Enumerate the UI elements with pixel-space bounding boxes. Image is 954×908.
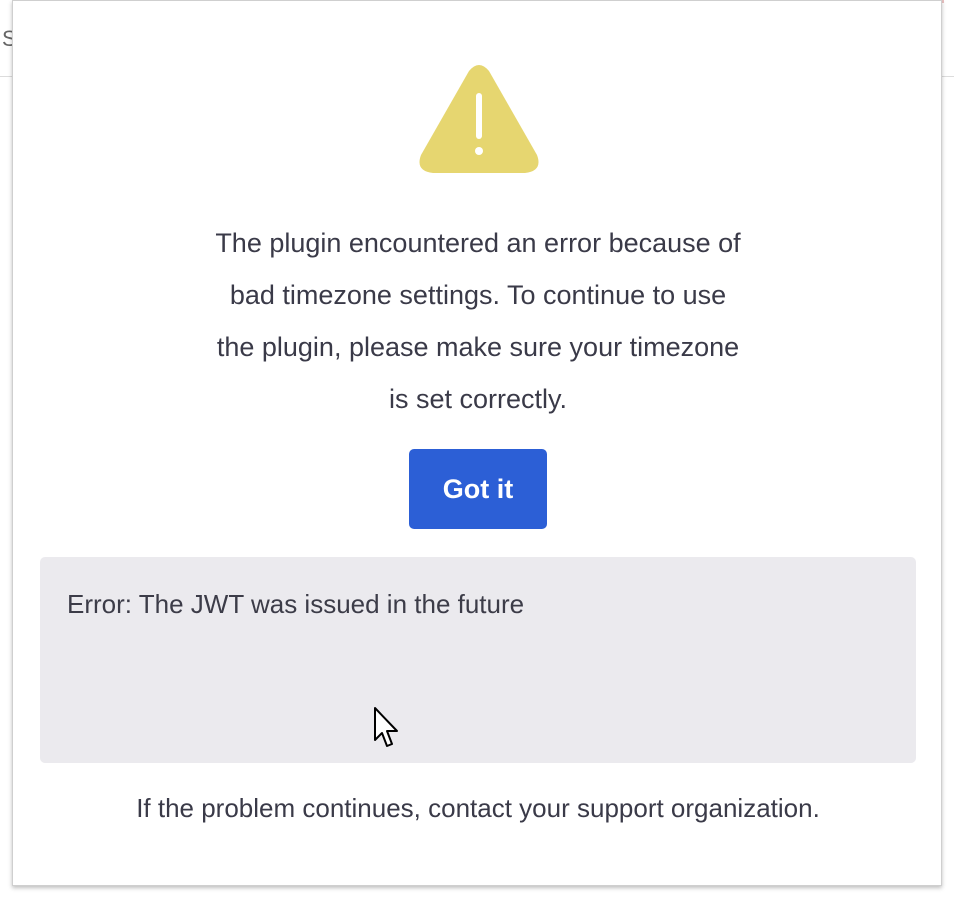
error-message: The plugin encountered an error because … bbox=[153, 217, 803, 425]
error-detail-text: Error: The JWT was issued in the future bbox=[67, 589, 525, 619]
error-message-line: The plugin encountered an error because … bbox=[215, 228, 741, 258]
warning-triangle-icon bbox=[419, 65, 539, 173]
error-message-line: bad timezone settings. To continue to us… bbox=[229, 280, 727, 310]
error-message-line: is set correctly. bbox=[388, 384, 568, 414]
error-message-line: the plugin, please make sure your timezo… bbox=[216, 332, 740, 362]
support-footer-text: If the problem continues, contact your s… bbox=[136, 793, 820, 823]
got-it-button[interactable]: Got it bbox=[409, 449, 547, 529]
error-dialog: The plugin encountered an error because … bbox=[12, 0, 942, 886]
error-detail-box: Error: The JWT was issued in the future bbox=[40, 557, 916, 763]
